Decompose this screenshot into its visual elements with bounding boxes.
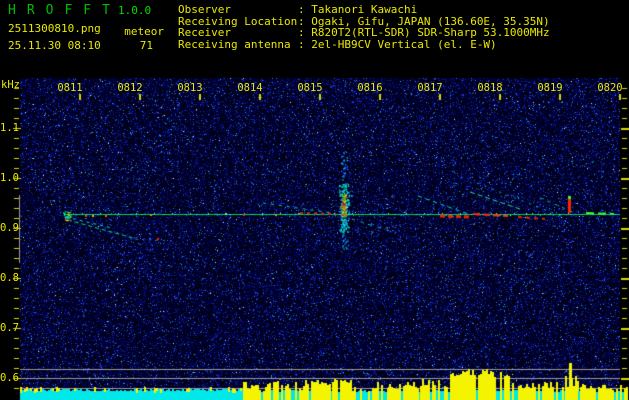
freq-tick-label: 1.0 <box>0 172 19 184</box>
app-title: HROFFT <box>8 3 121 18</box>
output-filename: 2511300810.png <box>8 22 101 35</box>
freq-tick-label: 0.8 <box>0 272 19 284</box>
time-tick-label: 0819 <box>537 82 563 94</box>
time-tick-label: 0813 <box>177 82 203 94</box>
time-tick-label: 0818 <box>477 82 503 94</box>
time-tick-label: 0812 <box>117 82 143 94</box>
station-info-row: Receiving antenna: 2el-HB9CV Vertical (e… <box>178 37 550 51</box>
echo-count: 71 <box>139 39 153 52</box>
info-colon: : <box>298 37 312 51</box>
freq-tick-label: 0.6 <box>0 372 19 384</box>
app-version: 1.0.0 <box>118 4 152 17</box>
info-value: 2el-HB9CV Vertical (el. E-W) <box>311 37 497 51</box>
freq-tick-label: 0.9 <box>0 222 19 234</box>
time-tick-label: 0816 <box>357 82 383 94</box>
time-tick-label: 0815 <box>297 82 323 94</box>
frequency-axis-unit-label: kHz <box>1 79 20 91</box>
station-info-block: Observer: Takanori Kawachi Receiving Loca… <box>178 4 550 50</box>
hrofft-screenshot: HROFFT 1.0.0 2511300810.png meteor 25.11… <box>0 0 629 400</box>
info-label: Receiving antenna <box>178 37 291 51</box>
freq-tick-label: 1.1 <box>0 122 19 134</box>
observation-datetime: 25.11.30 08:10 <box>8 39 101 52</box>
time-tick-label: 0814 <box>237 82 263 94</box>
time-tick-label: 0817 <box>417 82 443 94</box>
info-label: Observer <box>178 3 231 16</box>
freq-tick-label: 0.7 <box>0 322 19 334</box>
mode-label: meteor <box>124 25 164 38</box>
spectrogram-canvas <box>0 0 629 400</box>
time-tick-label: 0820 <box>597 82 623 94</box>
time-tick-label: 0811 <box>57 82 83 94</box>
